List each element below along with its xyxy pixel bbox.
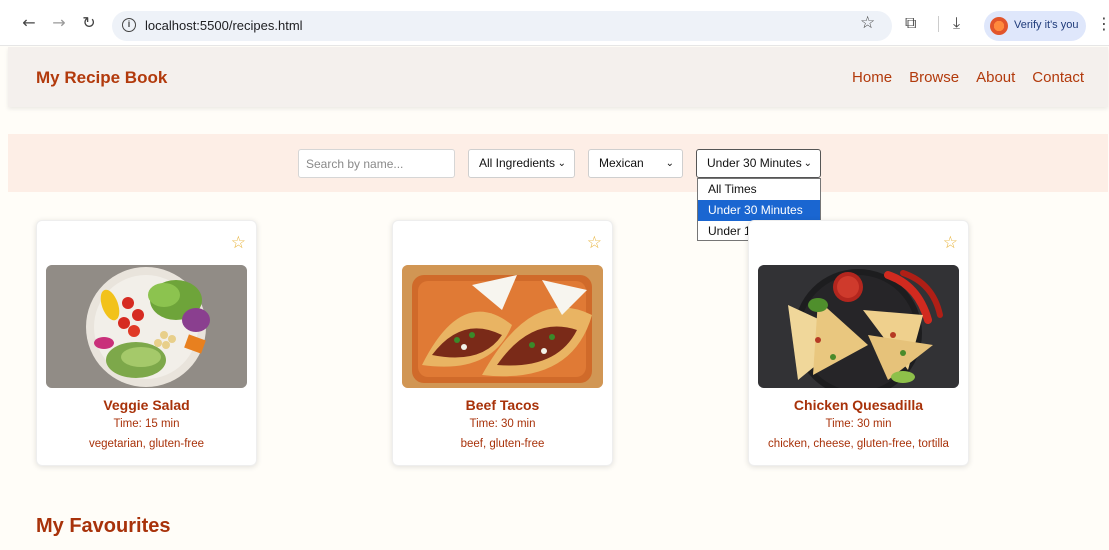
recipe-tags: beef, gluten-free bbox=[460, 438, 545, 450]
recipe-title[interactable]: Beef Tacos bbox=[393, 397, 612, 413]
recipe-card[interactable]: ☆ Chicken Quesadilla Time: 30 min chicke… bbox=[748, 220, 969, 466]
recipe-time: Time: 30 min bbox=[469, 418, 536, 430]
nav-home-link[interactable]: Home bbox=[852, 69, 892, 86]
nav-browse-link[interactable]: Browse bbox=[909, 69, 959, 86]
search-input[interactable] bbox=[298, 149, 455, 178]
chevron-down-icon: ⌄ bbox=[665, 158, 674, 169]
recipe-card[interactable]: ☆ Beef Tacos Time: 30 min beef, gluten-f… bbox=[392, 220, 613, 466]
download-icon[interactable]: ⤓ bbox=[953, 13, 960, 33]
filter-bar: All Ingredients ⌄ Mexican ⌄ Under 30 Min… bbox=[8, 134, 1108, 192]
reload-icon[interactable]: ↻ bbox=[80, 14, 98, 32]
time-select-value: Under 30 Minutes bbox=[707, 156, 802, 170]
time-select[interactable]: Under 30 Minutes ⌄ bbox=[696, 149, 821, 178]
favourite-star-icon[interactable]: ☆ bbox=[231, 235, 246, 252]
profile-avatar-icon bbox=[990, 17, 1008, 35]
chevron-down-icon: ⌄ bbox=[557, 158, 566, 169]
browser-toolbar: ← → ↻ i localhost:5500/recipes.html ☆ ⧉ … bbox=[0, 0, 1109, 46]
site-info-icon[interactable]: i bbox=[122, 18, 136, 32]
site-header: My Recipe Book Home Browse About Contact bbox=[8, 47, 1108, 107]
toolbar-divider bbox=[938, 16, 939, 32]
favourite-star-icon[interactable]: ☆ bbox=[587, 235, 602, 252]
recipe-title[interactable]: Veggie Salad bbox=[37, 397, 256, 413]
recipe-image bbox=[758, 265, 959, 388]
ingredients-select[interactable]: All Ingredients ⌄ bbox=[468, 149, 575, 178]
recipe-tags: vegetarian, gluten-free bbox=[88, 438, 205, 450]
ingredients-select-value: All Ingredients bbox=[479, 156, 556, 170]
verify-identity-button[interactable]: Verify it's you bbox=[984, 11, 1086, 41]
site-brand[interactable]: My Recipe Book bbox=[36, 68, 167, 88]
recipe-tags: chicken, cheese, gluten-free, tortilla bbox=[768, 438, 949, 450]
time-option-all[interactable]: All Times bbox=[698, 179, 820, 200]
recipe-time: Time: 15 min bbox=[113, 418, 180, 430]
cuisine-select-value: Mexican bbox=[599, 156, 644, 170]
time-option-under-30[interactable]: Under 30 Minutes bbox=[698, 200, 820, 221]
recipe-title[interactable]: Chicken Quesadilla bbox=[749, 397, 968, 413]
site-nav: Home Browse About Contact bbox=[852, 69, 1084, 86]
favourites-heading: My Favourites bbox=[36, 515, 171, 537]
address-bar[interactable]: i localhost:5500/recipes.html bbox=[112, 11, 892, 41]
bookmark-star-icon[interactable]: ☆ bbox=[860, 15, 875, 32]
recipe-image bbox=[46, 265, 247, 388]
recipe-card[interactable]: ☆ Veggie Salad Time: 15 min vegetarian, … bbox=[36, 220, 257, 466]
chevron-down-icon: ⌄ bbox=[803, 158, 812, 169]
browser-menu-icon[interactable]: ⋮ bbox=[1096, 14, 1109, 33]
favourite-star-icon[interactable]: ☆ bbox=[943, 235, 958, 252]
nav-about-link[interactable]: About bbox=[976, 69, 1015, 86]
extensions-icon[interactable]: ⧉ bbox=[905, 13, 916, 33]
cuisine-select[interactable]: Mexican ⌄ bbox=[588, 149, 683, 178]
recipe-time: Time: 30 min bbox=[825, 418, 892, 430]
url-text: localhost:5500/recipes.html bbox=[145, 18, 303, 33]
recipe-image bbox=[402, 265, 603, 388]
nav-contact-link[interactable]: Contact bbox=[1032, 69, 1084, 86]
verify-label: Verify it's you bbox=[1014, 19, 1079, 31]
back-arrow-icon[interactable]: ← bbox=[20, 14, 38, 32]
forward-arrow-icon[interactable]: → bbox=[50, 14, 68, 32]
